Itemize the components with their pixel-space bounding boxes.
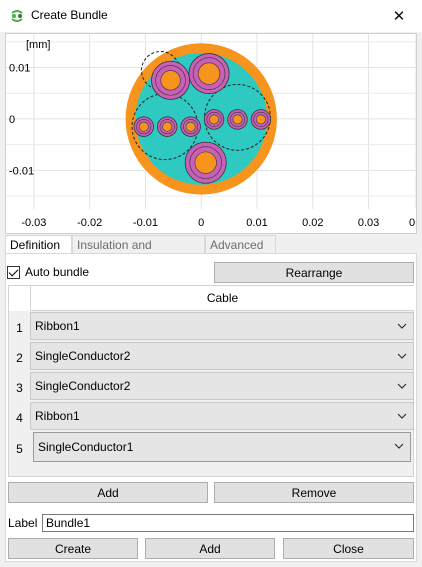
row-number: 4: [16, 411, 23, 425]
auto-bundle-label: Auto bundle: [25, 265, 90, 279]
x-tick-label: 0.03: [358, 217, 379, 229]
chevron-down-icon: [394, 443, 404, 449]
x-tick-label: 0: [198, 217, 204, 229]
cable-select-row-2[interactable]: SingleConductor2: [30, 342, 414, 370]
add-bundle-button-label: Add: [199, 541, 221, 556]
conductor-core: [160, 70, 181, 91]
conductor-core: [138, 121, 149, 132]
tab-advanced[interactable]: Advanced: [205, 235, 276, 254]
bundle-label-caption: Label: [8, 516, 38, 530]
add-bundle-button[interactable]: Add: [145, 538, 275, 559]
auto-bundle-checkbox-row[interactable]: Auto bundle: [7, 265, 89, 279]
cable-select-value: SingleConductor2: [35, 349, 131, 363]
close-icon: ✕: [392, 8, 406, 25]
y-tick-label: -0.01: [9, 165, 34, 177]
close-button[interactable]: Close: [283, 538, 414, 559]
x-tick-label: 0.02: [302, 217, 323, 229]
chevron-down-icon: [397, 353, 407, 359]
window-title: Create Bundle: [31, 8, 108, 22]
cable-select-value: Ribbon1: [35, 409, 80, 423]
add-row-button[interactable]: Add: [8, 482, 208, 503]
tab-definition[interactable]: Definition: [5, 235, 72, 255]
tab-label: Definition: [10, 238, 61, 252]
x-tick-label: 0: [409, 217, 415, 229]
conductor-core: [232, 114, 243, 125]
x-tick-label: -0.01: [133, 217, 158, 229]
cable-select-value: Ribbon1: [35, 319, 80, 333]
bundle-plot-svg: -0.03 -0.02 -0.01 0 0.01 0.02 0.03 00.010-0.01 …: [6, 34, 416, 229]
bundle-preview-plot: -0.03 -0.02 -0.01 0 0.01 0.02 0.03 0 0.01 0 -0.01 …: [5, 33, 417, 234]
close-window-button[interactable]: ✕: [376, 0, 422, 32]
rearrange-button[interactable]: Rearrange: [214, 262, 414, 283]
cable-select-value: SingleConductor1: [38, 440, 134, 454]
chevron-down-icon: [397, 323, 407, 329]
cable-table: Cable 1 Ribbon1 2 SingleConductor2 3 Sin…: [8, 285, 414, 477]
bundle-label-input[interactable]: Bundle1: [42, 514, 414, 532]
cable-select-row-5[interactable]: SingleConductor1: [33, 432, 411, 462]
x-tick-label: -0.02: [77, 217, 102, 229]
cable-select-row-4[interactable]: Ribbon1: [30, 402, 414, 430]
cable-select-row-1[interactable]: Ribbon1: [30, 312, 414, 340]
tab-label: Advanced: [210, 238, 264, 252]
auto-bundle-checkbox[interactable]: [7, 265, 20, 279]
table-corner: [9, 286, 30, 311]
row-number: 5: [16, 442, 23, 456]
remove-row-button[interactable]: Remove: [214, 482, 414, 503]
conductor-core: [185, 121, 196, 132]
row-number: 1: [16, 321, 23, 335]
x-tick-label: -0.03: [21, 217, 46, 229]
chevron-down-icon: [397, 413, 407, 419]
x-tick-label: 0.01: [246, 217, 267, 229]
cable-select-row-3[interactable]: SingleConductor2: [30, 372, 414, 400]
row-number: 3: [16, 381, 23, 395]
cable-bundle-icon: [11, 10, 23, 22]
create-button-label: Create: [54, 541, 92, 556]
bundle-drawing: [125, 43, 277, 195]
conductor-core: [255, 114, 266, 125]
y-tick-label: 0: [9, 114, 15, 126]
conductor-core: [194, 151, 217, 174]
table-header-label: Cable: [206, 291, 239, 305]
close-button-label: Close: [333, 541, 364, 556]
chevron-down-icon: [397, 383, 407, 389]
create-button[interactable]: Create: [8, 538, 138, 559]
tab-insulation-and-shielding[interactable]: Insulation and shielding: [72, 235, 205, 270]
conductor-core: [209, 114, 220, 125]
conductor-core: [162, 121, 173, 132]
remove-row-button-label: Remove: [291, 485, 337, 500]
tab-bar: Definition Insulation and shielding Adva…: [5, 235, 417, 270]
add-row-button-label: Add: [97, 485, 119, 500]
cable-select-value: SingleConductor2: [35, 379, 131, 393]
table-header-cable[interactable]: Cable: [30, 286, 414, 311]
rearrange-button-label: Rearrange: [285, 265, 343, 280]
y-tick-label: 0.01: [9, 62, 30, 74]
y-axis-unit-label: [mm]: [26, 39, 50, 51]
title-bar: Create Bundle ✕: [0, 0, 422, 32]
conductor-core: [197, 62, 221, 85]
row-number: 2: [16, 351, 23, 365]
